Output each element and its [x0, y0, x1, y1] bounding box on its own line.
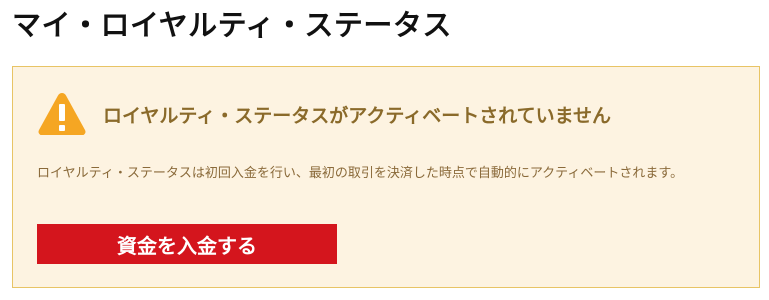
page-title: マイ・ロイヤルティ・ステータス [12, 8, 452, 42]
notice-title: ロイヤルティ・ステータスがアクティベートされていません [103, 105, 612, 127]
loyalty-status-notice: ロイヤルティ・ステータスがアクティベートされていません ロイヤルティ・ステータス… [12, 66, 760, 288]
warning-icon [37, 91, 87, 137]
notice-body: ロイヤルティ・ステータスは初回入金を行い、最初の取引を決済した時点で自動的にアク… [37, 166, 684, 181]
deposit-funds-button[interactable]: 資金を入金する [37, 224, 337, 264]
